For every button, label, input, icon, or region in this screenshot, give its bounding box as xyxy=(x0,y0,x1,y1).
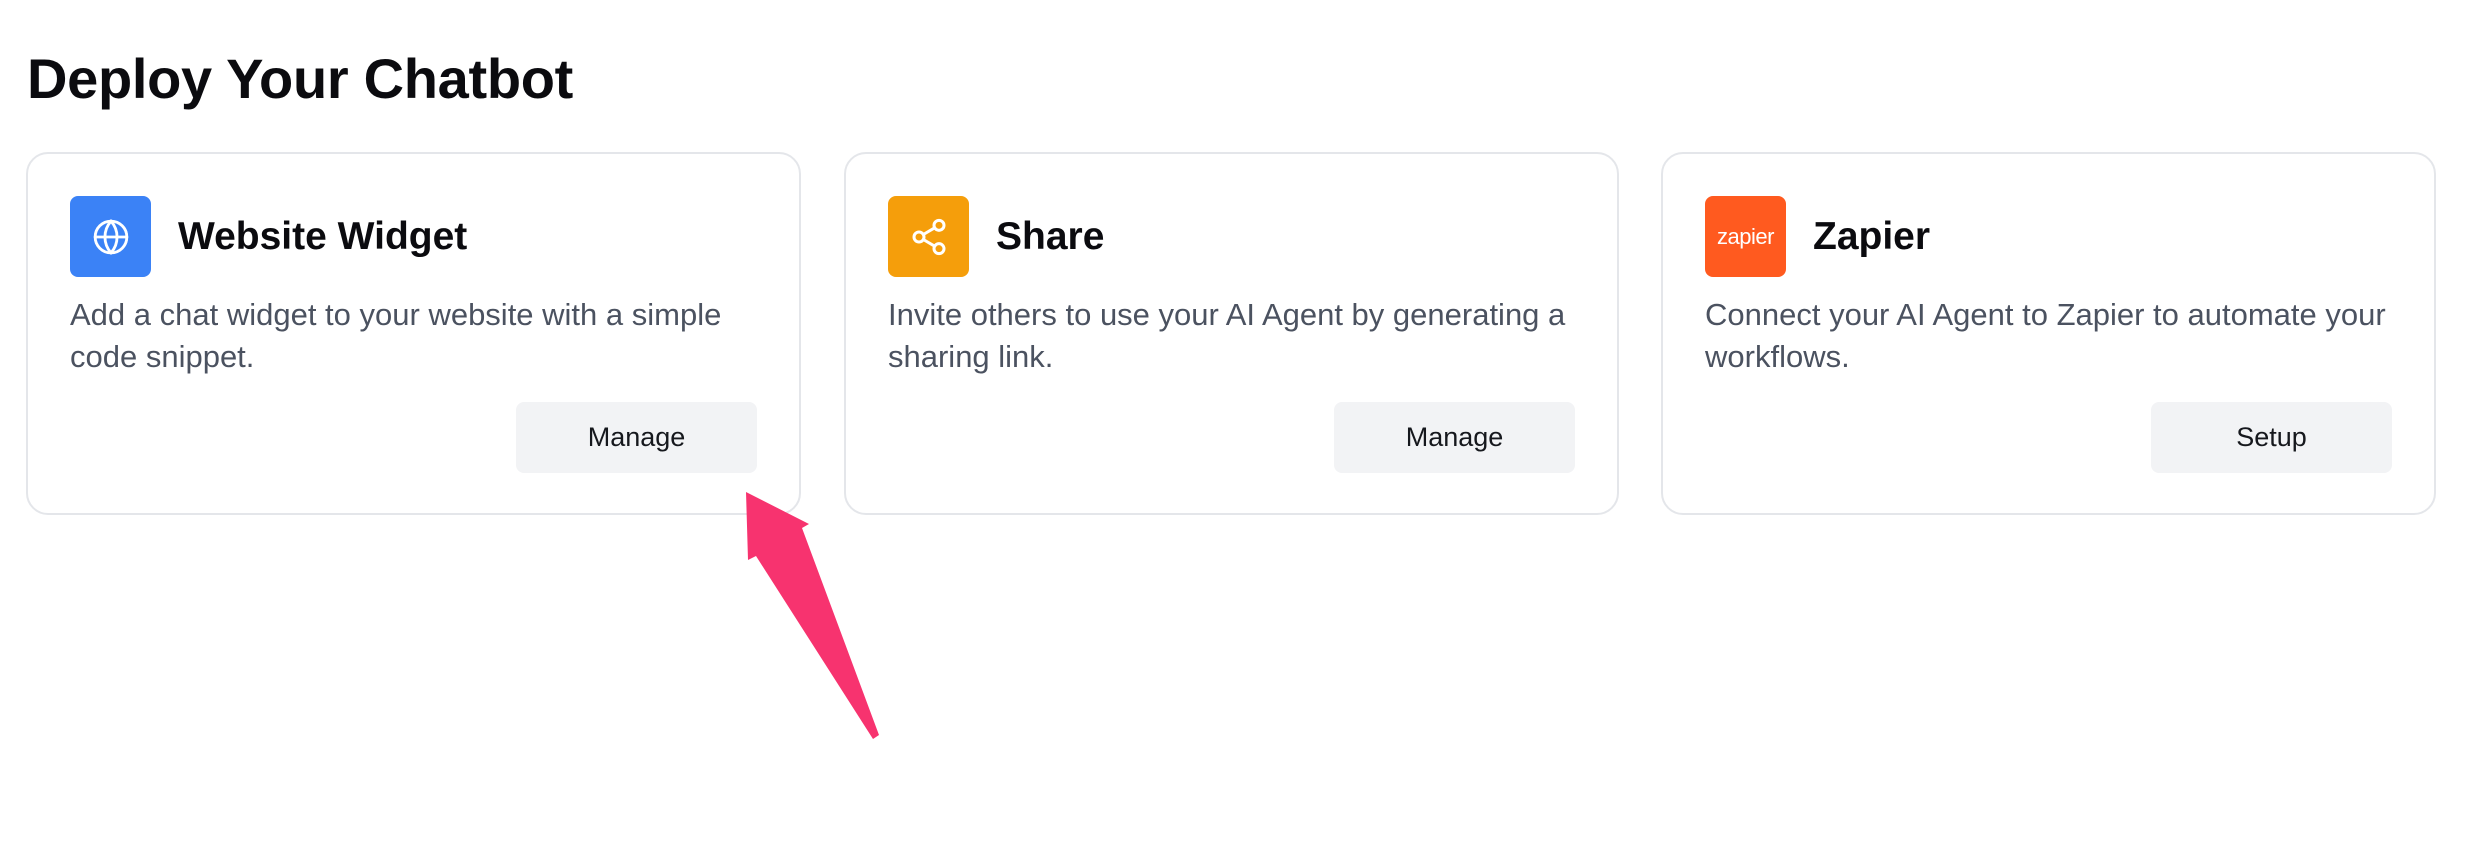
share-icon xyxy=(888,196,969,277)
zapier-logo-text: zapier xyxy=(1717,223,1774,249)
zapier-title: Zapier xyxy=(1813,215,1931,258)
zapier-icon: zapier xyxy=(1705,196,1786,277)
website-widget-manage-button[interactable]: Manage xyxy=(516,402,757,473)
website-widget-description: Add a chat widget to your website with a… xyxy=(70,297,722,374)
share-manage-button[interactable]: Manage xyxy=(1334,402,1575,473)
zapier-setup-button[interactable]: Setup xyxy=(2151,402,2392,473)
zapier-description: Connect your AI Agent to Zapier to autom… xyxy=(1705,297,2386,374)
website-widget-card: Website Widget Add a chat widget to your… xyxy=(26,152,801,515)
share-title: Share xyxy=(996,215,1105,258)
share-card: Share Invite others to use your AI Agent… xyxy=(844,152,1619,515)
page-title: Deploy Your Chatbot xyxy=(27,47,574,110)
globe-icon xyxy=(70,196,151,277)
deploy-page: Deploy Your Chatbot Website Widget Add a… xyxy=(0,0,2468,846)
share-description: Invite others to use your AI Agent by ge… xyxy=(888,297,1566,374)
zapier-card: zapier Zapier Connect your AI Agent to Z… xyxy=(1661,152,2436,515)
website-widget-title: Website Widget xyxy=(178,215,468,258)
